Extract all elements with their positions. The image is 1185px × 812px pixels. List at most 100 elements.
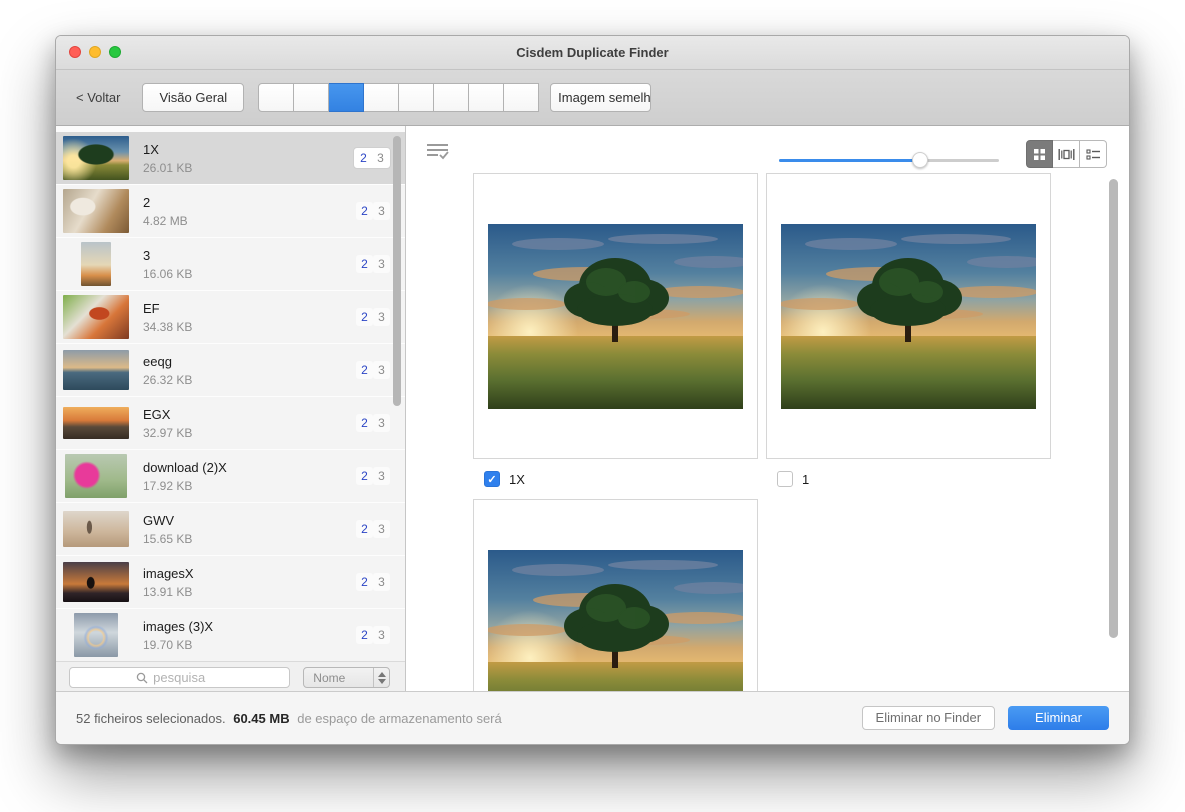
title-bar: Cisdem Duplicate Finder (56, 36, 1129, 70)
file-meta: 3 16.06 KB (143, 248, 355, 281)
list-item[interactable]: images (3)X 19.70 KB 2 3 (56, 609, 405, 661)
list-item[interactable]: GWV 15.65 KB 2 3 (56, 503, 405, 556)
file-name: imagesX (143, 566, 355, 581)
duplicate-count-badge: 2 3 (355, 519, 391, 539)
file-thumbnail (63, 350, 129, 390)
list-item[interactable]: EF 34.38 KB 2 3 (56, 291, 405, 344)
duplicate-count-badge: 2 3 (355, 201, 391, 221)
file-meta: GWV 15.65 KB (143, 513, 355, 546)
back-button[interactable]: < Voltar (76, 90, 120, 105)
sort-select[interactable]: Nome (303, 667, 390, 688)
selection-status-text: 52 ficheiros selecionados. 60.45 MB de e… (76, 711, 546, 726)
category-tab[interactable] (294, 83, 329, 112)
window-title: Cisdem Duplicate Finder (56, 36, 1129, 69)
sort-value: Nome (304, 671, 373, 685)
file-name: 1X (143, 142, 353, 157)
total-count: 3 (373, 414, 390, 432)
selected-count: 2 (356, 255, 373, 273)
image-frame[interactable] (473, 173, 758, 459)
selected-count: 2 (356, 361, 373, 379)
list-item[interactable]: 3 16.06 KB 2 3 (56, 238, 405, 291)
view-mode-toggle (1026, 140, 1107, 168)
image-frame[interactable] (766, 173, 1051, 459)
duplicate-card[interactable]: 1X (473, 173, 758, 499)
similar-image-button[interactable]: Imagem semelhante (550, 83, 651, 112)
selected-count: 2 (356, 202, 373, 220)
file-thumbnail (81, 242, 111, 286)
card-check-row: 1 (766, 459, 1051, 499)
selected-count: 2 (356, 626, 373, 644)
list-item[interactable]: eeqg 26.32 KB 2 3 (56, 344, 405, 397)
image-frame[interactable] (473, 499, 758, 691)
file-size: 34.38 KB (143, 320, 355, 334)
category-tab[interactable] (434, 83, 469, 112)
list-check-icon (426, 142, 450, 160)
duplicate-count-badge: 2 3 (355, 254, 391, 274)
file-size: 13.91 KB (143, 585, 355, 599)
duplicates-sidebar: 1X 26.01 KB 2 3 (56, 126, 406, 691)
category-tab[interactable] (504, 83, 539, 112)
delete-button[interactable]: Eliminar (1008, 706, 1109, 730)
delete-in-finder-button[interactable]: Eliminar no Finder (862, 706, 996, 730)
duplicate-image-preview (781, 224, 1036, 409)
file-size: 16.06 KB (143, 267, 355, 281)
list-view-button[interactable] (1080, 140, 1107, 168)
search-input[interactable] (153, 670, 223, 685)
duplicate-label: 1X (509, 472, 525, 487)
total-count: 3 (373, 255, 390, 273)
category-tab[interactable] (258, 83, 294, 112)
search-field[interactable] (69, 667, 290, 688)
list-item[interactable]: download (2)X 17.92 KB 2 3 (56, 450, 405, 503)
file-meta: 1X 26.01 KB (143, 142, 353, 175)
list-item[interactable]: 1X 26.01 KB 2 3 (56, 132, 405, 185)
file-meta: EF 34.38 KB (143, 301, 355, 334)
file-name: EGX (143, 407, 355, 422)
file-name: 3 (143, 248, 355, 263)
duplicate-checkbox[interactable] (484, 471, 500, 487)
duplicate-card[interactable] (473, 499, 758, 691)
file-meta: EGX 32.97 KB (143, 407, 355, 440)
category-segmented-control (258, 83, 539, 112)
file-size: 4.82 MB (143, 214, 355, 228)
slider-knob[interactable] (912, 152, 928, 168)
content-area: 1X 26.01 KB 2 3 (56, 126, 1129, 691)
duplicate-label: 1 (802, 472, 809, 487)
file-thumbnail (74, 613, 118, 657)
list-item[interactable]: EGX 32.97 KB 2 3 (56, 397, 405, 450)
thumbnail-box (63, 454, 129, 498)
list-item[interactable]: imagesX 13.91 KB 2 3 (56, 556, 405, 609)
file-name: download (2)X (143, 460, 355, 475)
category-tab[interactable] (364, 83, 399, 112)
grid-view-button[interactable] (1026, 140, 1053, 168)
selected-count: 2 (356, 308, 373, 326)
status-bar: 52 ficheiros selecionados. 60.45 MB de e… (56, 691, 1129, 744)
file-size: 17.92 KB (143, 479, 355, 493)
list-item[interactable]: 2 4.82 MB 2 3 (56, 185, 405, 238)
category-tab[interactable] (329, 83, 364, 112)
overview-button[interactable]: Visão Geral (142, 83, 244, 112)
duplicate-image-preview (488, 224, 743, 409)
file-meta: eeqg 26.32 KB (143, 354, 355, 387)
main-scrollbar-thumb[interactable] (1109, 179, 1118, 638)
total-count: 3 (373, 361, 390, 379)
file-meta: 2 4.82 MB (143, 195, 355, 228)
carousel-icon (1058, 148, 1075, 161)
thumbnail-zoom-slider[interactable] (779, 152, 999, 168)
total-count: 3 (372, 149, 389, 167)
carousel-view-button[interactable] (1053, 140, 1080, 168)
total-count: 3 (373, 308, 390, 326)
thumbnail-box (63, 507, 129, 551)
category-tab[interactable] (469, 83, 504, 112)
duplicate-card[interactable]: 1 (766, 173, 1051, 499)
duplicate-checkbox[interactable] (777, 471, 793, 487)
category-tab[interactable] (399, 83, 434, 112)
file-name: images (3)X (143, 619, 355, 634)
select-list-button[interactable] (426, 142, 450, 160)
file-thumbnail (63, 511, 129, 547)
file-name: EF (143, 301, 355, 316)
duplicate-count-badge: 2 3 (355, 466, 391, 486)
duplicate-list: 1X 26.01 KB 2 3 (56, 132, 405, 661)
thumbnail-box (63, 401, 129, 445)
sidebar-scrollbar-thumb[interactable] (393, 136, 401, 406)
total-count: 3 (373, 573, 390, 591)
